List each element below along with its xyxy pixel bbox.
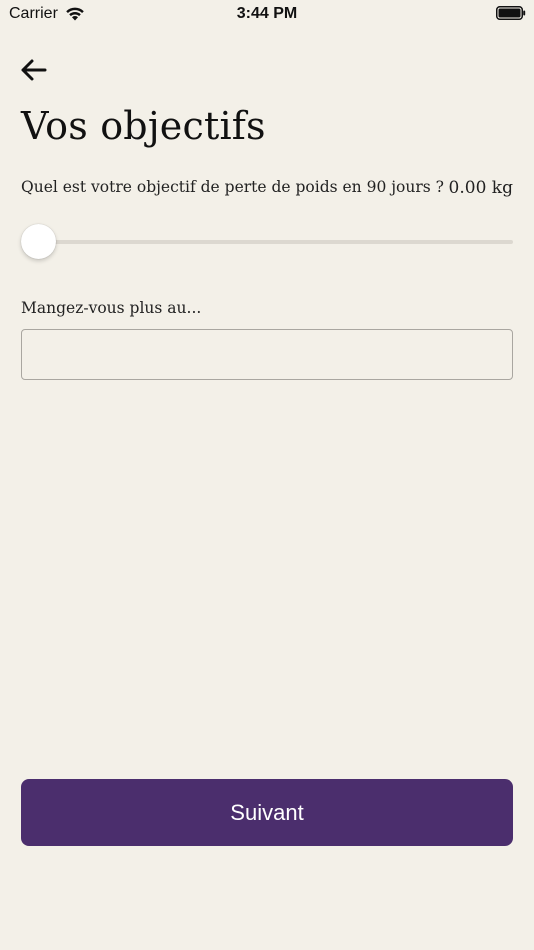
- eating-time-input[interactable]: [21, 329, 513, 380]
- back-button[interactable]: [18, 56, 50, 84]
- status-bar: Carrier 3:44 PM: [0, 0, 534, 28]
- slider-track: [31, 240, 513, 244]
- battery-icon: [496, 6, 526, 20]
- status-time: 3:44 PM: [236, 5, 298, 22]
- next-button[interactable]: Suivant: [21, 779, 513, 846]
- arrow-left-icon: [21, 59, 47, 81]
- page-title: Vos objectifs: [21, 104, 266, 148]
- weight-goal-value: 0.00 kg: [448, 178, 513, 198]
- slider-thumb[interactable]: [21, 224, 56, 259]
- weight-goal-slider[interactable]: [21, 222, 513, 262]
- eating-question-label: Mangez-vous plus au...: [21, 299, 202, 317]
- weight-goal-question: Quel est votre objectif de perte de poid…: [21, 178, 444, 196]
